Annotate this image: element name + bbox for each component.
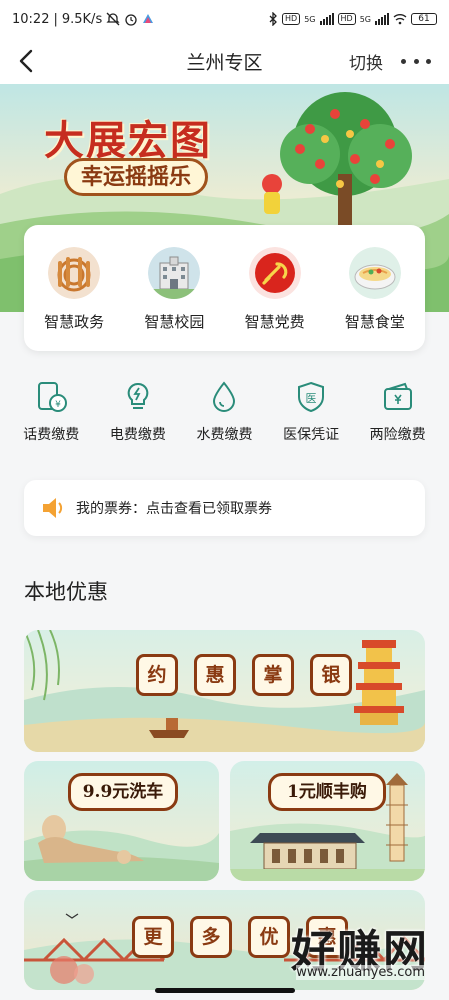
bluetooth-icon — [269, 12, 277, 26]
mute-icon — [106, 12, 120, 26]
status-bar: 10:22 | 9.5K/s HD 5G HD 5G 61 — [0, 0, 449, 38]
promo-char: 多 — [190, 916, 232, 958]
car-wash-tag: 9.9元洗车 — [68, 773, 178, 811]
smart-services-card: 智慧政务 智慧校园 智慧党费 智慧食堂 — [24, 225, 425, 351]
promo-char: 约 — [136, 654, 178, 696]
promo-char: 掌 — [252, 654, 294, 696]
promo-char: 优 — [248, 916, 290, 958]
promo-char: 银 — [310, 654, 352, 696]
electricity-bill-icon — [127, 382, 149, 409]
speaker-icon — [43, 498, 63, 518]
svg-text:¥: ¥ — [55, 400, 61, 410]
payment-label: 电费缴费 — [109, 427, 166, 443]
service-canteen[interactable]: 智慧食堂 — [330, 247, 420, 351]
status-time: 10:22 — [12, 11, 50, 27]
promo-char: 惠 — [194, 654, 236, 696]
insurance-payment-icon — [383, 382, 412, 410]
payment-insurance[interactable]: 两险缴费 — [356, 380, 440, 444]
party-icon — [248, 247, 301, 299]
campus-icon — [148, 247, 201, 299]
payment-label: 医保凭证 — [283, 427, 340, 443]
service-label: 智慧食堂 — [344, 313, 405, 331]
service-campus[interactable]: 智慧校园 — [129, 247, 219, 351]
navigation-bar: 兰州专区 切换 — [0, 38, 449, 84]
alarm-icon — [125, 14, 137, 26]
payment-label: 水费缴费 — [196, 427, 253, 443]
signal-icon-2 — [375, 13, 389, 25]
hd-badge-1: HD — [282, 13, 301, 25]
medical-icon-glyph: 医 — [306, 392, 317, 405]
local-deals-title: 本地优惠 — [24, 580, 108, 604]
net-type-1: 5G — [304, 14, 316, 24]
service-party-fee[interactable]: 智慧党费 — [230, 247, 320, 351]
water-bill-icon — [213, 381, 236, 412]
home-indicator[interactable] — [155, 988, 295, 993]
service-label: 智慧政务 — [44, 313, 105, 331]
status-net-speed: 9.5K/s — [61, 11, 103, 27]
wifi-icon — [393, 14, 407, 25]
phone-bill-icon: ¥ — [38, 382, 68, 412]
service-label: 智慧党费 — [244, 313, 305, 331]
more-menu-button[interactable] — [401, 51, 431, 71]
hd-badge-2: HD — [337, 13, 356, 25]
payment-electricity-bill[interactable]: 电费缴费 — [96, 380, 180, 444]
payment-water-bill[interactable]: 水费缴费 — [182, 380, 266, 444]
net-type-2: 5G — [359, 14, 371, 24]
switch-region-button[interactable]: 切换 — [349, 49, 383, 74]
signal-icon-1 — [319, 13, 334, 25]
canteen-icon — [348, 247, 401, 299]
payment-medical-insurance[interactable]: 医 医保凭证 — [269, 380, 353, 444]
promo-sf-buy[interactable]: 1元顺丰购 — [230, 761, 425, 881]
payment-label: 两险缴费 — [369, 427, 426, 443]
my-tickets-bar[interactable]: 我的票券：点击查看已领取票券 — [24, 480, 425, 536]
government-icon — [48, 247, 101, 299]
banner-subtitle: 幸运摇摇乐 — [64, 158, 209, 196]
promo-char: 更 — [132, 916, 174, 958]
promo-main-chars: 约 惠 掌 银 — [136, 654, 352, 696]
watermark-url: www.zhuanyes.com — [296, 965, 425, 980]
battery-icon: 61 — [411, 13, 437, 25]
payment-phone-bill[interactable]: ¥ 话费缴费 — [9, 380, 93, 444]
service-government[interactable]: 智慧政务 — [29, 247, 119, 351]
ticket-text: 我的票券：点击查看已领取票券 — [76, 501, 272, 517]
payment-shortcuts: ¥ 话费缴费 电费缴费 水费缴费 医 医保凭证 两险缴费 — [0, 380, 449, 444]
medical-insurance-icon: 医 — [298, 381, 325, 413]
sf-buy-tag: 1元顺丰购 — [268, 773, 386, 811]
promo-car-wash[interactable]: 9.9元洗车 — [24, 761, 219, 881]
payment-label: 话费缴费 — [23, 427, 80, 443]
promo-yuehui-zhangyin[interactable]: 约 惠 掌 银 — [24, 630, 425, 752]
app-notification-icon — [143, 14, 154, 23]
service-label: 智慧校园 — [144, 313, 205, 331]
